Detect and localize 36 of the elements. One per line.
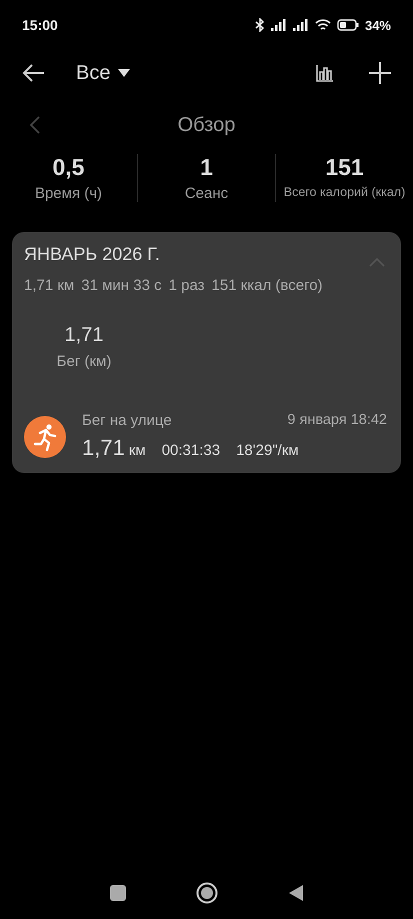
caret-icon <box>118 68 130 78</box>
signal-icon <box>292 19 309 31</box>
stat-value: 151 <box>325 154 364 181</box>
home-icon[interactable] <box>196 882 218 904</box>
stat-label: Сеанс <box>184 185 228 202</box>
activity-duration: 00:31:33 <box>162 442 220 459</box>
total-label: Бег (км) <box>56 353 112 370</box>
battery-percent: 34% <box>364 18 391 32</box>
back-icon[interactable] <box>288 884 304 902</box>
activity-date: 9 января 18:42 <box>287 412 387 429</box>
add-button[interactable] <box>369 62 391 84</box>
running-icon <box>24 416 66 458</box>
activity-name: Бег на улице <box>82 412 172 429</box>
summary-item: 31 мин 33 с <box>81 277 162 294</box>
wifi-icon <box>314 18 331 32</box>
distance-unit: км <box>128 442 146 459</box>
signal-icon <box>270 19 287 31</box>
bluetooth-icon <box>254 18 265 32</box>
status-time: 15:00 <box>22 17 58 33</box>
summary-item: 1,71 км <box>24 277 74 294</box>
bar-chart-button[interactable] <box>315 63 335 83</box>
stat-value: 1 <box>200 154 213 181</box>
total-value: 1,71 <box>64 324 104 347</box>
stat-value: 0,5 <box>52 154 84 181</box>
overview-title: Обзор <box>178 114 236 136</box>
activity-distance: 1,71 <box>82 435 125 460</box>
activity-pace: 18'29"/км <box>236 442 299 459</box>
month-title: ЯНВАРЬ 2026 Г. <box>24 244 160 265</box>
battery-icon <box>336 19 359 31</box>
back-button[interactable] <box>22 63 46 83</box>
summary-item: 151 ккал (всего) <box>212 277 323 294</box>
stat-label: Время (ч) <box>34 185 102 202</box>
filter-dropdown[interactable]: Все <box>76 62 130 84</box>
recents-icon[interactable] <box>110 885 126 901</box>
summary-item: 1 раз <box>168 277 205 294</box>
stat-label: Всего калорий (ккал) <box>284 185 406 199</box>
